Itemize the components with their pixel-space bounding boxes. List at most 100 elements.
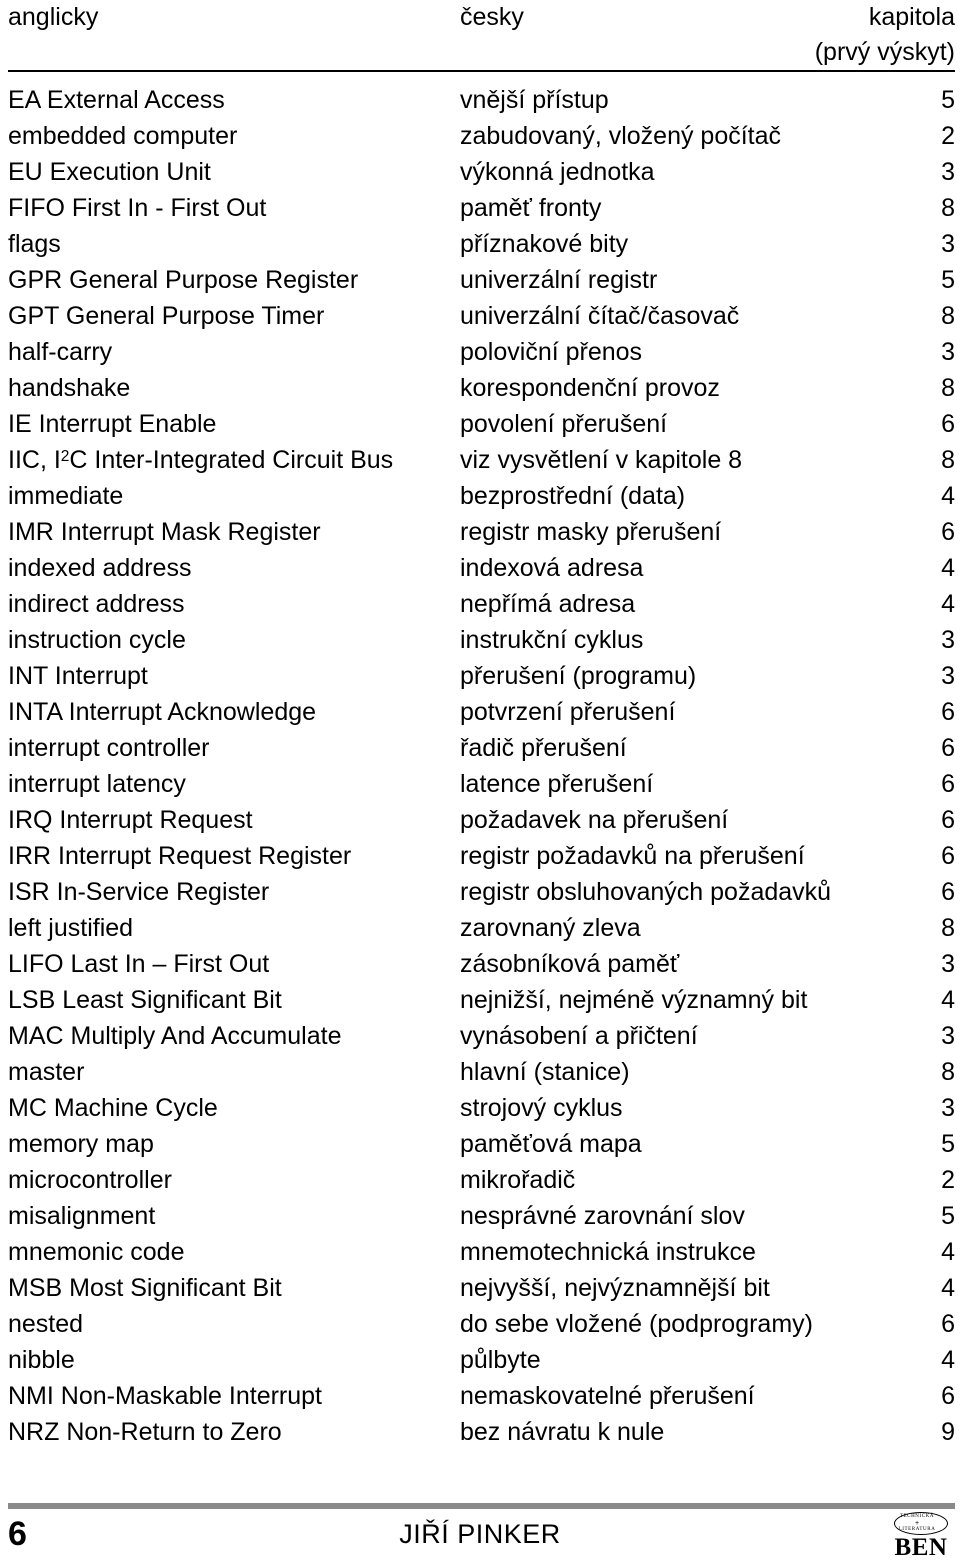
glossary-row: EU Execution Unit výkonná jednotka 3: [0, 154, 960, 190]
footer-divider-rule: [8, 1503, 955, 1509]
glossary-row: indirect address nepřímá adresa 4: [0, 586, 960, 622]
glossary-term-czech: instrukční cyklus: [460, 626, 644, 654]
glossary-chapter-number: 6: [941, 518, 955, 546]
glossary-term-czech: vynásobení a přičtení: [460, 1022, 698, 1050]
glossary-term-czech: registr požadavků na přerušení: [460, 842, 805, 870]
column-header-chapter-sub: (prvý výskyt): [814, 38, 955, 66]
glossary-term-czech: do sebe vložené (podprogramy): [460, 1310, 813, 1338]
glossary-chapter-number: 3: [941, 626, 955, 654]
glossary-row: mnemonic code mnemotechnická instrukce 4: [0, 1234, 960, 1270]
glossary-chapter-number: 9: [941, 1418, 955, 1446]
glossary-term-english: INTA Interrupt Acknowledge: [8, 698, 317, 726]
glossary-chapter-number: 3: [941, 662, 955, 690]
glossary-row: interrupt latency latence přerušení 6: [0, 766, 960, 802]
glossary-term-czech: nemaskovatelné přerušení: [460, 1382, 755, 1410]
glossary-chapter-number: 3: [941, 158, 955, 186]
glossary-row: nested do sebe vložené (podprogramy) 6: [0, 1306, 960, 1342]
glossary-chapter-number: 2: [941, 1166, 955, 1194]
glossary-term-english: IRR Interrupt Request Register: [8, 842, 352, 870]
glossary-term-czech: řadič přerušení: [460, 734, 627, 762]
glossary-row: EA External Access vnější přístup 5: [0, 82, 960, 118]
glossary-term-czech: paměťová mapa: [460, 1130, 642, 1158]
glossary-term-english: master: [8, 1058, 85, 1086]
glossary-term-czech: nepřímá adresa: [460, 590, 636, 618]
glossary-term-english: GPR General Purpose Register: [8, 266, 359, 294]
glossary-chapter-number: 5: [941, 1130, 955, 1158]
glossary-term-english: microcontroller: [8, 1166, 172, 1194]
glossary-term-czech: mikrořadič: [460, 1166, 576, 1194]
glossary-term-czech: korespondenční provoz: [460, 374, 720, 402]
glossary-term-english: EA External Access: [8, 86, 225, 114]
glossary-term-english: GPT General Purpose Timer: [8, 302, 325, 330]
glossary-term-czech: nesprávné zarovnání slov: [460, 1202, 745, 1230]
glossary-row: memory map paměťová mapa 5: [0, 1126, 960, 1162]
glossary-chapter-number: 3: [941, 1022, 955, 1050]
glossary-row: flags příznakové bity 3: [0, 226, 960, 262]
glossary-chapter-number: 3: [941, 338, 955, 366]
glossary-term-english: interrupt controller: [8, 734, 210, 762]
glossary-term-english: indexed address: [8, 554, 192, 582]
glossary-table: EA External Access vnější přístup 5 embedde…: [0, 82, 960, 1450]
glossary-chapter-number: 5: [941, 86, 955, 114]
glossary-term-czech: univerzální čítač/časovač: [460, 302, 740, 330]
glossary-term-czech: nejnižší, nejméně významný bit: [460, 986, 808, 1014]
glossary-term-english: ISR In-Service Register: [8, 878, 270, 906]
glossary-term-czech: příznakové bity: [460, 230, 629, 258]
glossary-row: instruction cycle instrukční cyklus 3: [0, 622, 960, 658]
glossary-page: anglicky česky kapitola (prvý výskyt) EA…: [0, 0, 960, 1561]
glossary-chapter-number: 6: [941, 410, 955, 438]
glossary-chapter-number: 4: [941, 482, 955, 510]
glossary-chapter-number: 6: [941, 842, 955, 870]
glossary-row: IMR Interrupt Mask Register registr masky…: [0, 514, 960, 550]
column-header-czech: česky: [460, 3, 524, 31]
glossary-term-czech: přerušení (programu): [460, 662, 697, 690]
glossary-row: MAC Multiply And Accumulate vynásobení a …: [0, 1018, 960, 1054]
glossary-term-english: embedded computer: [8, 122, 238, 150]
column-header-chapter: kapitola: [868, 3, 955, 31]
glossary-chapter-number: 6: [941, 698, 955, 726]
glossary-term-czech: hlavní (stanice): [460, 1058, 630, 1086]
glossary-term-czech: bez návratu k nule: [460, 1418, 665, 1446]
glossary-chapter-number: 6: [941, 770, 955, 798]
glossary-term-czech: indexová adresa: [460, 554, 644, 582]
glossary-chapter-number: 6: [941, 806, 955, 834]
glossary-term-english: misalignment: [8, 1202, 156, 1230]
glossary-chapter-number: 4: [941, 590, 955, 618]
glossary-term-english: MC Machine Cycle: [8, 1094, 218, 1122]
glossary-term-english: indirect address: [8, 590, 185, 618]
glossary-term-czech: nejvyšší, nejvýznamnější bit: [460, 1274, 770, 1302]
glossary-term-czech: bezprostřední (data): [460, 482, 686, 510]
glossary-term-czech: mnemotechnická instrukce: [460, 1238, 756, 1266]
glossary-row: IRR Interrupt Request Register registr po…: [0, 838, 960, 874]
glossary-term-czech: strojový cyklus: [460, 1094, 623, 1122]
ben-publisher-logo: TECHNICKÁ + LITERATURA BEN: [890, 1512, 952, 1562]
glossary-chapter-number: 3: [941, 230, 955, 258]
glossary-chapter-number: 4: [941, 1274, 955, 1302]
glossary-chapter-number: 4: [941, 1238, 955, 1266]
glossary-term-czech: viz vysvětlení v kapitole 8: [460, 446, 743, 474]
glossary-row: left justified zarovnaný zleva 8: [0, 910, 960, 946]
glossary-chapter-number: 6: [941, 878, 955, 906]
page-footer: 6 JIŘÍ PINKER TECHNICKÁ + LITERATURA BEN: [0, 1512, 960, 1561]
glossary-chapter-number: 8: [941, 1058, 955, 1086]
glossary-row: master hlavní (stanice) 8: [0, 1054, 960, 1090]
glossary-chapter-number: 4: [941, 554, 955, 582]
column-header-english: anglicky: [8, 3, 99, 31]
glossary-chapter-number: 8: [941, 302, 955, 330]
glossary-row: IRQ Interrupt Request požadavek na přeruš…: [0, 802, 960, 838]
glossary-term-english: MAC Multiply And Accumulate: [8, 1022, 342, 1050]
glossary-row: IE Interrupt Enable povolení přerušení 6: [0, 406, 960, 442]
glossary-chapter-number: 8: [941, 374, 955, 402]
glossary-row: GPT General Purpose Timer univerzální čít…: [0, 298, 960, 334]
glossary-term-english: LIFO Last In – First Out: [8, 950, 270, 978]
glossary-term-czech: půlbyte: [460, 1346, 541, 1374]
glossary-term-english: IRQ Interrupt Request: [8, 806, 253, 834]
glossary-term-english: NRZ Non-Return to Zero: [8, 1418, 282, 1446]
glossary-term-english: nested: [8, 1310, 84, 1338]
glossary-row: ISR In-Service Register registr obsluhova…: [0, 874, 960, 910]
glossary-term-czech: vnější přístup: [460, 86, 609, 114]
glossary-chapter-number: 6: [941, 1310, 955, 1338]
glossary-term-czech: poloviční přenos: [460, 338, 643, 366]
glossary-term-english: immediate: [8, 482, 124, 510]
glossary-term-czech: registr masky přerušení: [460, 518, 722, 546]
